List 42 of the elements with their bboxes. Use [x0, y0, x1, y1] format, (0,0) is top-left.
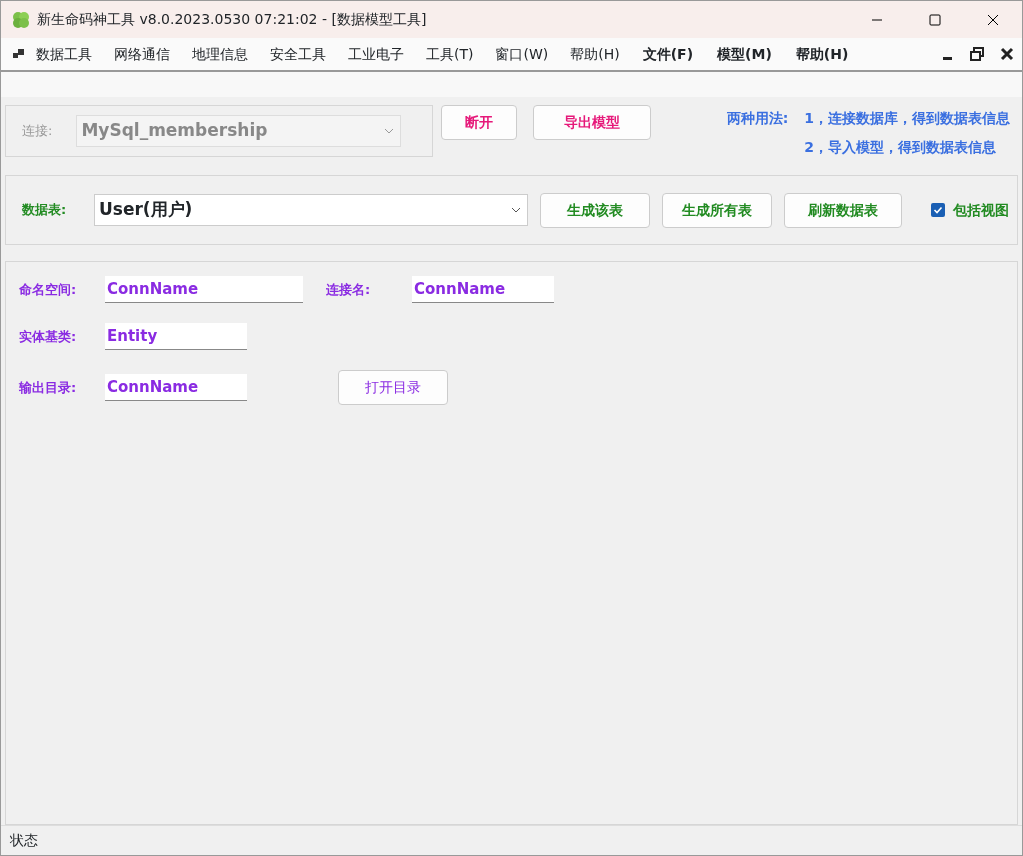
clover-icon — [11, 9, 31, 30]
menu-item[interactable]: 窗口(W) — [484, 43, 560, 65]
menu-item[interactable]: 工具(T) — [415, 43, 485, 65]
generate-button[interactable]: 生成该表 — [540, 192, 650, 228]
usage-text: 2，导入模型，得到数据表信息 — [804, 138, 997, 157]
text-field[interactable]: ConnName — [105, 374, 247, 401]
connection-label: 连接: — [22, 122, 53, 141]
menu-item[interactable]: 工业电子 — [337, 43, 415, 65]
menu-item[interactable]: 地理信息 — [181, 43, 259, 65]
open-folder-button[interactable]: 打开目录 — [338, 370, 448, 405]
generate-button[interactable]: 刷新数据表 — [784, 192, 902, 228]
menu-item[interactable]: 安全工具 — [259, 43, 337, 65]
restore-child-icon[interactable] — [970, 47, 984, 61]
window-title: 新生命码神工具 v8.0.2023.0530 07:21:02 - [数据模型工具] — [37, 10, 428, 29]
usage-text: 1，连接数据库，得到数据表信息 — [804, 109, 1010, 128]
usage-title: 两种用法: — [726, 109, 789, 128]
checkbox-label[interactable]: 包括视图 — [953, 199, 1009, 221]
chevron-down-icon — [511, 207, 521, 213]
menu-item[interactable]: 模型(M) — [705, 43, 784, 65]
text-field[interactable]: ConnName — [412, 276, 554, 303]
field-label: 实体基类: — [19, 327, 78, 346]
text-field[interactable]: ConnName — [105, 276, 303, 303]
table-label: 数据表: — [22, 201, 68, 220]
window-control-icon[interactable] — [13, 48, 25, 60]
close-child-icon[interactable] — [1000, 47, 1014, 61]
status-text: 状态 — [10, 831, 38, 850]
table-dropdown[interactable]: User(用户) — [94, 194, 528, 226]
close-icon — [987, 13, 999, 26]
maximize-icon — [929, 13, 941, 26]
menu-item[interactable]: 网络通信 — [103, 43, 181, 65]
menu-item[interactable]: 帮助(H) — [559, 43, 631, 65]
field-label: 命名空间: — [19, 280, 78, 299]
checkmark-icon — [933, 205, 943, 215]
menu-item[interactable]: 文件(F) — [630, 43, 706, 65]
generate-button[interactable]: 生成所有表 — [662, 192, 772, 228]
menu-item[interactable]: 帮助(H) — [783, 43, 861, 65]
menu-item[interactable]: 数据工具 — [25, 43, 103, 65]
chevron-down-icon — [384, 128, 395, 134]
field-label: 输出目录: — [19, 378, 78, 397]
checkbox[interactable] — [931, 203, 945, 217]
text-field[interactable]: Entity — [105, 323, 247, 350]
field-label: 连接名: — [326, 280, 372, 299]
